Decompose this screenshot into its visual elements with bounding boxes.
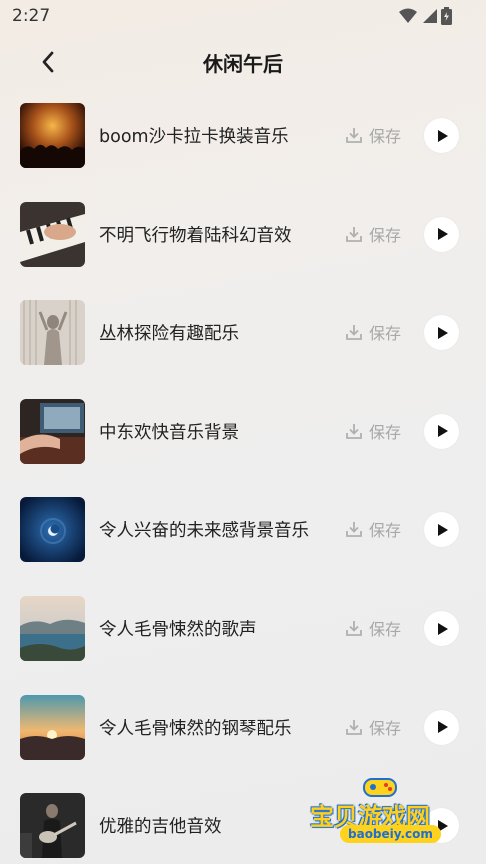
save-button[interactable]: 保存 — [345, 419, 401, 443]
item-title: 令人毛骨悚然的钢琴配乐 — [99, 718, 292, 739]
status-icons — [399, 7, 452, 25]
play-button[interactable] — [424, 709, 459, 745]
play-button[interactable] — [424, 216, 459, 252]
thumbnail-record-player — [20, 398, 85, 464]
play-icon — [437, 228, 448, 241]
play-button[interactable] — [424, 512, 459, 548]
save-button[interactable]: 保存 — [345, 517, 401, 541]
download-icon — [346, 325, 362, 341]
thumbnail-concert-crowd — [20, 103, 85, 168]
list-item[interactable]: 令人毛骨悚然的钢琴配乐 保存 — [0, 678, 486, 777]
item-title: 优雅的吉他音效 — [99, 817, 222, 838]
list-item[interactable]: 不明飞行物着陆科幻音效 保存 — [0, 185, 486, 284]
play-icon — [437, 622, 448, 635]
save-button[interactable]: 保存 — [345, 222, 401, 246]
save-button[interactable]: 保存 — [345, 616, 401, 640]
save-label: 保存 — [369, 225, 402, 245]
play-button[interactable] — [424, 315, 459, 351]
save-label: 保存 — [369, 127, 402, 146]
play-icon — [437, 721, 448, 734]
thumbnail-blue-moon — [20, 497, 85, 563]
list-item[interactable]: 中东欢快音乐背景 保存 — [0, 382, 486, 481]
play-icon — [437, 326, 448, 339]
save-label: 保存 — [369, 521, 402, 541]
thumbnail-silhouette-curtain — [20, 300, 85, 366]
thumbnail-sunset-mountains — [20, 694, 85, 760]
download-icon — [346, 226, 362, 242]
page-title: 休闲午后 — [203, 52, 283, 76]
play-button[interactable] — [424, 413, 459, 449]
header: 休闲午后 — [0, 34, 486, 88]
watermark: 宝贝游戏网 baobeiy.com — [310, 775, 460, 845]
item-title: boom沙卡拉卡换装音乐 — [99, 127, 289, 147]
save-label: 保存 — [369, 324, 402, 344]
save-label: 保存 — [369, 718, 402, 738]
watermark-url: baobeiy.com — [340, 825, 441, 843]
list-item[interactable]: 令人毛骨悚然的歌声 保存 — [0, 579, 486, 678]
item-title: 不明飞行物着陆科幻音效 — [99, 225, 292, 246]
item-title: 丛林探险有趣配乐 — [99, 324, 239, 345]
list-item[interactable]: boom沙卡拉卡换装音乐 保存 — [0, 86, 486, 185]
cellular-signal-icon — [423, 9, 437, 23]
download-icon — [346, 719, 362, 735]
status-time: 2:27 — [12, 6, 51, 26]
thumbnail-coastal-landscape — [20, 596, 85, 661]
item-title: 令人兴奋的未来感背景音乐 — [99, 521, 309, 542]
save-button[interactable]: 保存 — [345, 715, 401, 739]
battery-icon — [441, 7, 452, 25]
save-label: 保存 — [369, 422, 402, 442]
status-bar: 2:27 — [0, 0, 486, 34]
download-icon — [346, 128, 362, 143]
save-button[interactable]: 保存 — [345, 320, 401, 344]
download-icon — [346, 621, 362, 636]
gamepad-icon — [363, 778, 397, 797]
download-icon — [346, 522, 362, 538]
play-icon — [437, 523, 448, 536]
item-title: 中东欢快音乐背景 — [99, 422, 239, 443]
wifi-icon — [399, 8, 417, 23]
save-button[interactable]: 保存 — [345, 123, 401, 147]
thumbnail-guitarist — [20, 793, 85, 859]
play-button[interactable] — [424, 118, 459, 153]
item-title: 令人毛骨悚然的歌声 — [99, 620, 257, 640]
download-icon — [346, 423, 362, 439]
play-icon — [437, 129, 448, 142]
list-item[interactable]: 令人兴奋的未来感背景音乐 保存 — [0, 480, 486, 579]
save-label: 保存 — [369, 620, 402, 639]
play-button[interactable] — [424, 611, 459, 646]
play-icon — [437, 425, 448, 438]
list-item[interactable]: 丛林探险有趣配乐 保存 — [0, 283, 486, 382]
thumbnail-piano-hands — [20, 201, 85, 267]
